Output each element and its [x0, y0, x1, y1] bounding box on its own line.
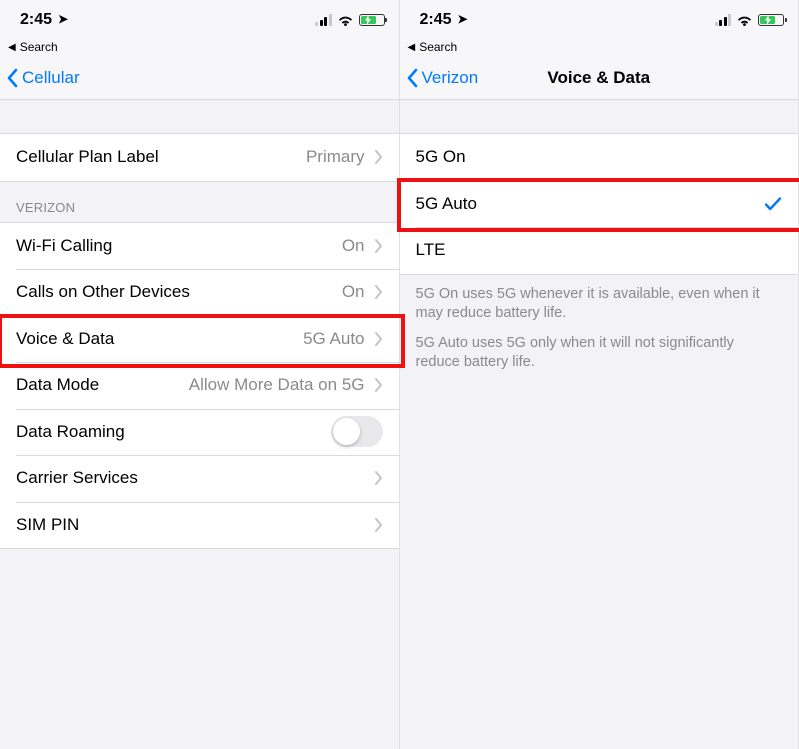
row-label: Carrier Services [16, 468, 138, 488]
verizon-group: Wi-Fi Calling On Calls on Other Devices … [0, 222, 399, 550]
chevron-left-icon [406, 68, 420, 88]
wifi-icon [337, 14, 354, 27]
footnote-5g-auto: 5G Auto uses 5G only when it will not si… [400, 330, 799, 379]
row-value: Allow More Data on 5G [189, 375, 365, 395]
back-label: Verizon [422, 68, 479, 88]
status-bar: 2:45 ➤ [400, 0, 799, 40]
row-label: Wi-Fi Calling [16, 236, 112, 256]
sim-pin-row[interactable]: SIM PIN [0, 502, 399, 549]
chevron-right-icon [375, 471, 383, 485]
row-label: Calls on Other Devices [16, 282, 190, 302]
option-lte[interactable]: LTE [400, 227, 799, 274]
breadcrumb-text: Search [20, 40, 58, 54]
status-right [315, 14, 385, 27]
row-label: Voice & Data [16, 329, 114, 349]
voice-data-screen: 2:45 ➤ ◀ Search Verizon Voice & Data 5G … [400, 0, 799, 749]
carrier-services-row[interactable]: Carrier Services [0, 455, 399, 502]
row-value: Primary [306, 147, 365, 167]
toggle-knob [333, 418, 360, 445]
row-label: 5G On [416, 147, 466, 167]
back-triangle-icon: ◀ [408, 42, 416, 53]
chevron-right-icon [375, 150, 383, 164]
mode-options-group: 5G On 5G Auto LTE [400, 134, 799, 275]
group-spacer [0, 100, 399, 134]
wifi-calling-row[interactable]: Wi-Fi Calling On [0, 223, 399, 270]
time-text: 2:45 [420, 11, 452, 29]
footnote-5g-on: 5G On uses 5G whenever it is available, … [400, 275, 799, 330]
group-spacer [400, 100, 799, 134]
location-icon: ➤ [458, 12, 468, 26]
data-mode-row[interactable]: Data Mode Allow More Data on 5G [0, 362, 399, 409]
battery-icon [359, 14, 385, 26]
filler [0, 549, 399, 749]
breadcrumb-text: Search [419, 40, 457, 54]
group-header-verizon: VERIZON [0, 182, 399, 222]
nav-header: Cellular [0, 56, 399, 100]
data-roaming-toggle[interactable] [331, 416, 383, 447]
option-5g-auto[interactable]: 5G Auto [400, 181, 799, 228]
status-time: 2:45 ➤ [420, 11, 468, 29]
status-bar: 2:45 ➤ [0, 0, 399, 40]
row-value: On [342, 282, 365, 302]
row-label: Cellular Plan Label [16, 147, 159, 167]
location-icon: ➤ [58, 12, 68, 26]
voice-data-row[interactable]: Voice & Data 5G Auto [0, 316, 399, 363]
calls-other-devices-row[interactable]: Calls on Other Devices On [0, 269, 399, 316]
back-button[interactable]: Cellular [6, 68, 80, 88]
row-label: 5G Auto [416, 194, 477, 214]
breadcrumb[interactable]: ◀ Search [0, 40, 399, 56]
status-time: 2:45 ➤ [20, 11, 68, 29]
plan-group: Cellular Plan Label Primary [0, 134, 399, 182]
signal-icon [715, 14, 732, 26]
wifi-icon [736, 14, 753, 27]
row-label: LTE [416, 240, 446, 260]
row-label: Data Mode [16, 375, 99, 395]
filler [400, 379, 799, 749]
back-label: Cellular [22, 68, 80, 88]
nav-header: Verizon Voice & Data [400, 56, 799, 100]
chevron-right-icon [375, 378, 383, 392]
battery-icon [758, 14, 784, 26]
row-label: Data Roaming [16, 422, 125, 442]
chevron-right-icon [375, 518, 383, 532]
cellular-settings-screen: 2:45 ➤ ◀ Search Cellular Cellular Plan L… [0, 0, 400, 749]
checkmark-icon [764, 195, 782, 213]
breadcrumb[interactable]: ◀ Search [400, 40, 799, 56]
row-value: On [342, 236, 365, 256]
cellular-plan-label-row[interactable]: Cellular Plan Label Primary [0, 134, 399, 181]
option-5g-on[interactable]: 5G On [400, 134, 799, 181]
row-value: 5G Auto [303, 329, 364, 349]
data-roaming-row[interactable]: Data Roaming [0, 409, 399, 456]
back-triangle-icon: ◀ [8, 42, 16, 53]
chevron-left-icon [6, 68, 20, 88]
back-button[interactable]: Verizon [406, 68, 479, 88]
signal-icon [315, 14, 332, 26]
chevron-right-icon [375, 332, 383, 346]
row-label: SIM PIN [16, 515, 79, 535]
chevron-right-icon [375, 285, 383, 299]
chevron-right-icon [375, 239, 383, 253]
status-right [715, 14, 785, 27]
time-text: 2:45 [20, 11, 52, 29]
